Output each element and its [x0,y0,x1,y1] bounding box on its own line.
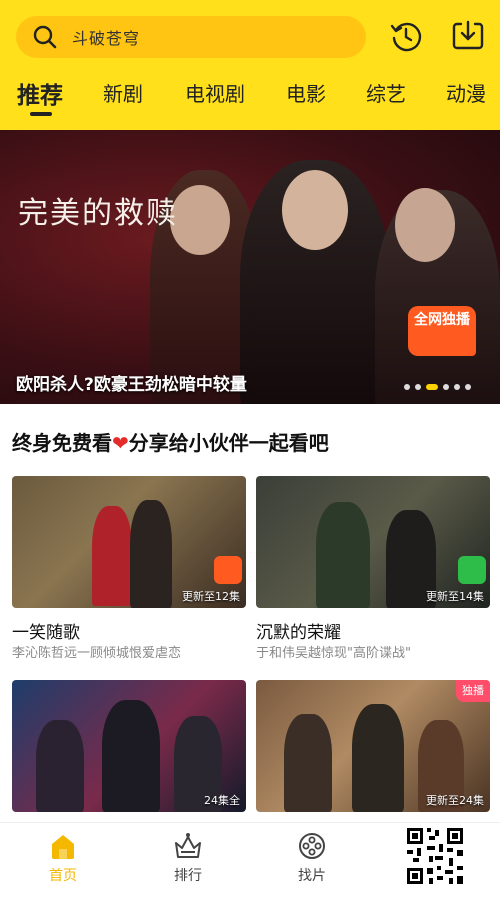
banner-face [282,170,348,250]
poster-figure [130,500,172,608]
banner-caption: 欧阳杀人?欧豪王劲松暗中较量 [16,375,247,395]
nav-ranking-label: 排行 [174,868,202,884]
poster-image: 24集全 [12,680,246,812]
history-button[interactable] [388,18,424,54]
poster-image: 更新至14集 [256,476,490,608]
heart-icon: ❤ [112,431,129,455]
category-tabs: 推荐 新剧 电视剧 电影 综艺 动漫 [0,72,500,122]
tab-recommend[interactable]: 推荐 [17,76,63,110]
carousel-dot-active[interactable] [426,384,438,390]
nav-home-label: 首页 [49,868,77,884]
episode-count: 更新至14集 [426,590,484,603]
video-description: 于和伟吴越惊现"高阶谍战" [256,646,411,661]
section-title-text: 终身免费看 [12,431,112,455]
carousel-dots [404,384,471,390]
history-icon [388,22,424,58]
video-card[interactable]: 更新至12集 一笑随歌 李沁陈哲远一顾倾城恨爱虐恋 [12,476,246,661]
tab-tv-series[interactable]: 电视剧 [185,78,245,107]
banner-face [395,188,455,262]
section-title: 终身免费看❤分享给小伙伴一起看吧 [12,427,329,456]
exclusive-tag: 独播 [456,680,490,702]
download-icon [450,20,486,58]
download-button[interactable] [450,18,486,54]
poster-figure [352,704,404,812]
ranking-crown-icon [158,831,218,861]
exclusive-badge: 全网独播 [408,306,476,356]
carousel-dot[interactable] [415,384,421,390]
nav-ranking[interactable]: 排行 [158,831,218,885]
search-placeholder: 斗破苍穹 [72,29,141,48]
tab-variety[interactable]: 综艺 [366,78,406,107]
poster-figure [316,502,370,608]
tab-movies[interactable]: 电影 [286,78,326,107]
exclusive-ribbon-icon [214,556,242,584]
banner-face [170,185,230,255]
video-title: 一笑随歌 [12,623,80,643]
search-bar[interactable]: 斗破苍穹 [16,16,366,58]
exclusive-ribbon-icon [458,556,486,584]
qr-code-icon[interactable] [405,826,465,886]
nav-discover[interactable]: 找片 [282,831,342,885]
top-header: 斗破苍穹 推荐 新剧 电视剧 电影 综艺 动漫 [0,0,500,130]
home-icon [33,831,93,861]
episode-count: 更新至24集 [426,794,484,807]
poster-figure [102,700,160,812]
episode-count: 更新至12集 [182,590,240,603]
carousel-dot[interactable] [404,384,410,390]
carousel-dot[interactable] [465,384,471,390]
poster-figure [36,720,84,812]
section-title-text: 分享给小伙伴一起看吧 [128,431,329,455]
episode-count: 24集全 [204,794,240,807]
video-title: 沉默的荣耀 [256,623,341,643]
video-card[interactable]: 独播 更新至24集 [256,680,490,812]
video-description: 李沁陈哲远一顾倾城恨爱虐恋 [12,646,182,661]
tab-anime[interactable]: 动漫 [446,78,486,107]
nav-discover-label: 找片 [298,868,326,884]
video-card[interactable]: 24集全 [12,680,246,812]
poster-figure [284,714,332,812]
poster-image: 更新至12集 [12,476,246,608]
poster-image: 独播 更新至24集 [256,680,490,812]
nav-home[interactable]: 首页 [33,831,93,885]
banner-show-title: 完美的救赎 [18,196,178,231]
tab-new-drama[interactable]: 新剧 [103,78,143,107]
carousel-dot[interactable] [454,384,460,390]
video-card[interactable]: 更新至14集 沉默的荣耀 于和伟吴越惊现"高阶谍战" [256,476,490,661]
poster-figure [92,506,132,606]
carousel-dot[interactable] [443,384,449,390]
film-reel-icon [282,831,342,861]
search-icon [32,24,58,50]
active-tab-indicator [30,112,52,116]
hero-banner[interactable]: 完美的救赎 全网独播 欧阳杀人?欧豪王劲松暗中较量 [0,130,500,404]
